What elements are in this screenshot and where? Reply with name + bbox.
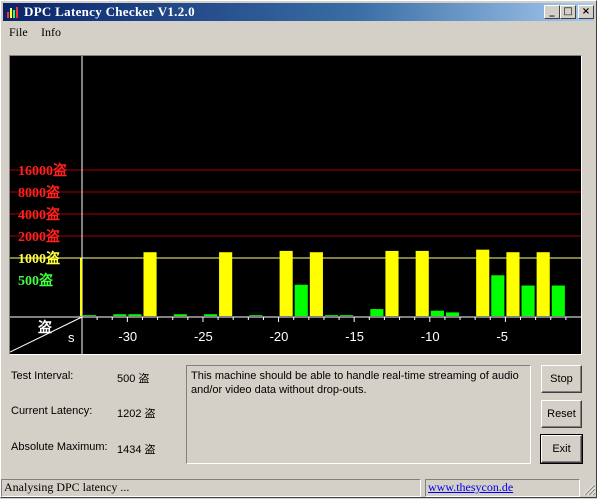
x-tick-label: -10 [421,329,440,344]
latency-bar [83,315,97,316]
latency-bar [415,250,429,316]
minimize-button[interactable]: _ [544,5,560,19]
y-tick-label: 8000盗 [18,184,61,201]
latency-bar [80,258,82,316]
reset-button[interactable]: Reset [541,400,582,428]
close-button[interactable]: × [578,5,594,19]
app-icon [7,7,18,18]
status-message: This machine should be able to handle re… [186,365,531,464]
latency-bar [143,252,157,316]
menu-bar: File Info [3,23,594,41]
x-tick-label: -5 [496,329,508,344]
current-latency-label: Current Latency: [11,405,93,417]
exit-button[interactable]: Exit [540,434,583,464]
latency-bar [294,284,308,316]
absolute-max-label: Absolute Maximum: [11,441,108,453]
test-interval-value: 500 盗 [117,373,150,385]
latency-bar [203,314,218,316]
latency-bar [309,252,323,316]
app-window: DPC Latency Checker V1.2.0 _ □ × File In… [0,0,597,498]
latency-bar [385,250,399,316]
latency-bar [430,310,444,316]
latency-bar [173,314,187,316]
x-tick-label: -30 [118,329,137,344]
latency-bar [219,252,233,316]
latency-bar [340,315,354,316]
latency-bar [506,252,520,316]
latency-bar [113,314,127,316]
latency-bar [551,285,565,316]
status-bar: Analysing DPC latency ... www.thesycon.d… [1,477,597,499]
title-bar[interactable]: DPC Latency Checker V1.2.0 _ □ × [3,3,594,21]
website-link[interactable]: www.thesycon.de [425,479,580,497]
latency-bar [128,314,142,316]
latency-bar [445,312,460,316]
y-tick-label: 500盗 [18,272,54,289]
x-tick-label: -15 [345,329,364,344]
x-unit-label: s [68,330,75,345]
y-tick-label: 1000盗 [18,250,61,267]
maximize-button[interactable]: □ [560,5,576,19]
y-tick-label: 16000盗 [18,162,68,179]
latency-bar [521,285,535,316]
y-unit-label: 盗 [38,319,53,336]
latency-bar [249,315,263,316]
latency-chart: 16000盗 8000盗 4000盗 2000盗 1000盗 500盗盗s -30 -25 -2… [10,56,581,354]
status-text: Analysing DPC latency ... [1,479,421,497]
latency-bar [491,275,505,316]
latency-bar [536,252,550,316]
x-tick-label: -20 [270,329,289,344]
x-tick-label: -25 [194,329,213,344]
y-tick-label: 4000盗 [18,206,61,223]
latency-bar [279,250,293,316]
latency-graph: 16000盗 8000盗 4000盗 2000盗 1000盗 500盗盗 s -30 -25 -2… [9,55,582,355]
stop-button[interactable]: Stop [541,365,582,393]
menu-info[interactable]: Info [41,25,61,40]
resize-grip-icon[interactable] [583,483,596,496]
latency-bar [370,309,384,316]
absolute-max-value: 1434 盗 [117,444,156,456]
current-latency-value: 1202 盗 [117,408,156,420]
y-tick-label: 2000盗 [18,228,61,245]
latency-bar [476,249,490,316]
latency-bar [324,315,339,316]
test-interval-label: Test Interval: [11,370,74,382]
window-title: DPC Latency Checker V1.2.0 [24,4,195,19]
menu-file[interactable]: File [9,25,28,40]
